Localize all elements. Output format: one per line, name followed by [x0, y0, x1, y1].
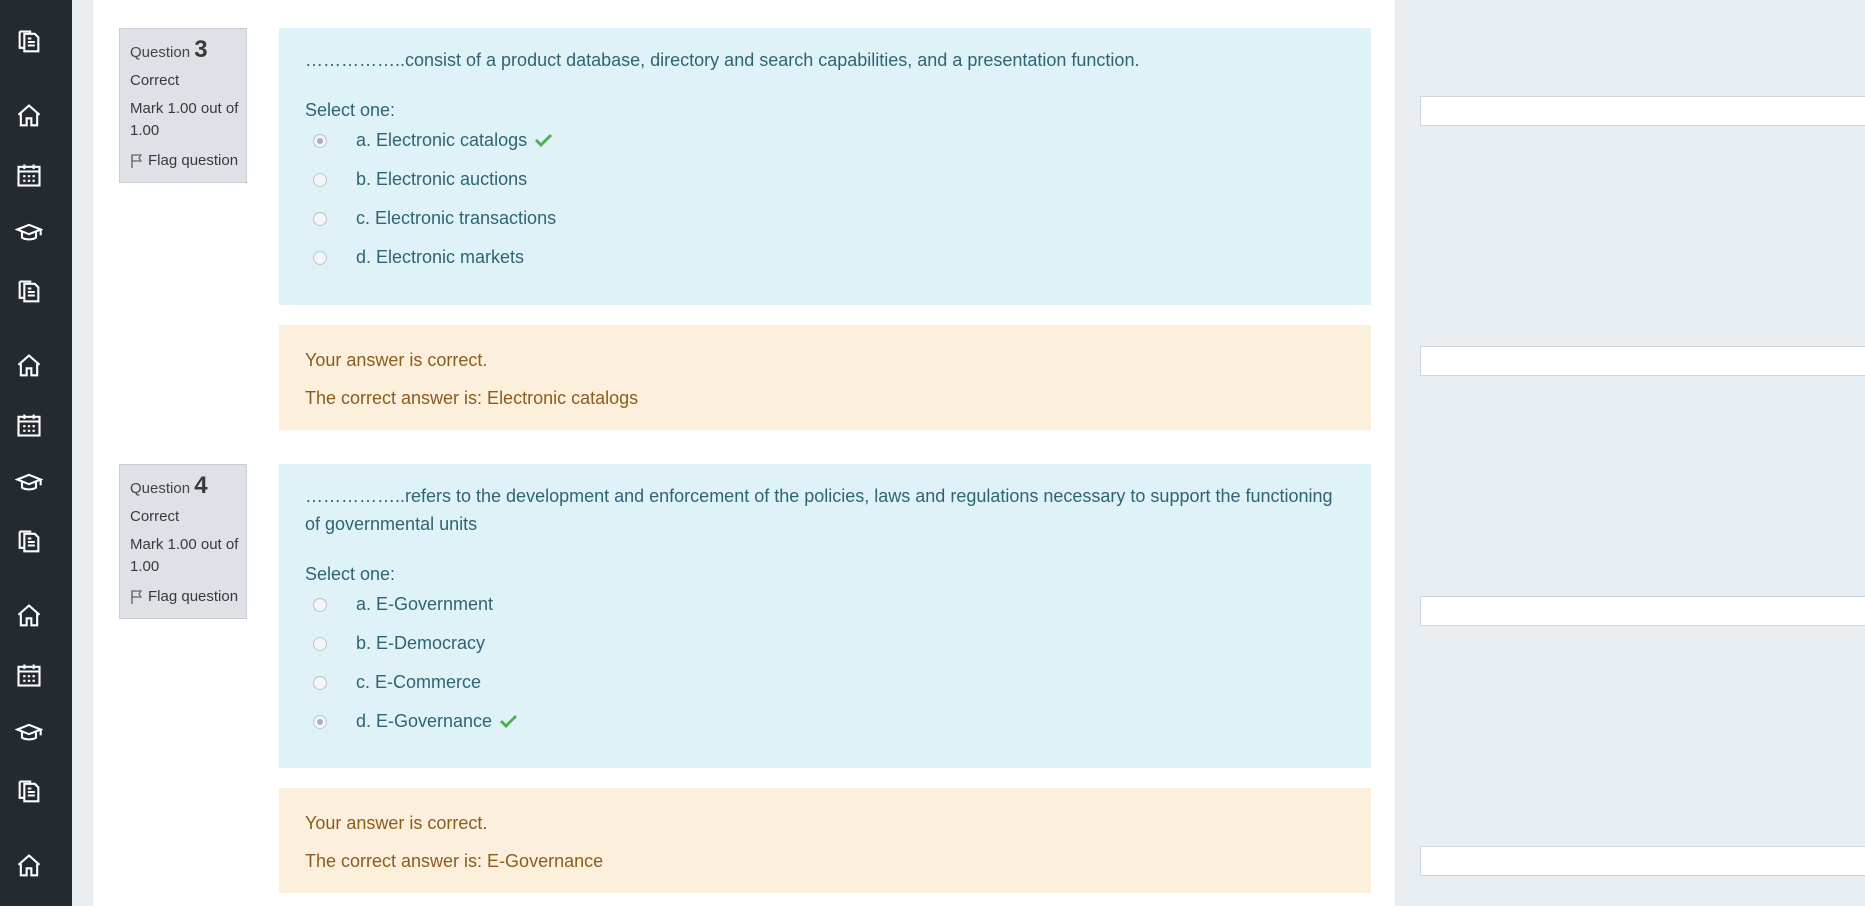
- calendar-icon[interactable]: [14, 660, 44, 690]
- pages-icon[interactable]: [14, 27, 44, 57]
- answer-label[interactable]: c. Electronic transactions: [356, 208, 556, 229]
- graduation-cap-icon[interactable]: [14, 468, 44, 498]
- feedback-status: Your answer is correct.: [305, 813, 488, 833]
- side-block: [1420, 596, 1865, 626]
- question-formulation: ……………..refers to the development and enf…: [279, 464, 1371, 768]
- question-grade: Mark 1.00 out of 1.00: [130, 100, 239, 139]
- feedback-status: Your answer is correct.: [305, 350, 488, 370]
- question-text: ……………..refers to the development and enf…: [305, 486, 1333, 534]
- answer-feedback: Your answer is correct. The correct answ…: [279, 325, 1371, 430]
- answer-option[interactable]: b. Electronic auctions: [305, 160, 1345, 199]
- check-icon: [500, 714, 518, 728]
- select-one-prompt: Select one:: [305, 100, 396, 120]
- answer-label[interactable]: b. Electronic auctions: [356, 169, 527, 190]
- answer-option[interactable]: a. Electronic catalogs: [305, 121, 1345, 160]
- flag-question-label: Flag question: [148, 588, 239, 605]
- answer-option[interactable]: c. E-Commerce: [305, 663, 1345, 702]
- flag-icon: [131, 154, 143, 168]
- question-state: Correct: [130, 72, 180, 89]
- answer-radio[interactable]: [313, 133, 327, 148]
- answer-radio[interactable]: [313, 675, 327, 690]
- side-block: [1420, 846, 1865, 876]
- question-number: 3: [194, 36, 208, 63]
- question-info: Question 3 Correct Mark 1.00 out of 1.00…: [119, 28, 247, 183]
- pages-icon[interactable]: [14, 777, 44, 807]
- left-nav-drawer: [0, 0, 72, 906]
- question-state: Correct: [130, 508, 180, 525]
- select-one-prompt: Select one:: [305, 564, 396, 584]
- question-info: Question 4 Correct Mark 1.00 out of 1.00…: [119, 464, 247, 619]
- answer-radio[interactable]: [313, 636, 327, 651]
- home-icon[interactable]: [14, 351, 44, 381]
- question-label: Question: [130, 480, 191, 497]
- flag-icon: [131, 590, 143, 604]
- answer-option[interactable]: d. E-Governance: [305, 702, 1345, 741]
- answer-radio[interactable]: [313, 250, 327, 265]
- answer-label[interactable]: a. E-Government: [356, 594, 493, 615]
- check-icon: [535, 133, 553, 147]
- home-icon[interactable]: [14, 851, 44, 881]
- right-block-region: [1396, 0, 1865, 906]
- flag-question-button[interactable]: Flag question: [130, 586, 246, 608]
- question-formulation: ……………..consist of a product database, di…: [279, 28, 1371, 305]
- answer-label[interactable]: d. Electronic markets: [356, 247, 524, 268]
- answer-label[interactable]: c. E-Commerce: [356, 672, 481, 693]
- flag-question-label: Flag question: [148, 152, 239, 169]
- answer-label[interactable]: a. Electronic catalogs: [356, 130, 527, 151]
- answer-option[interactable]: b. E-Democracy: [305, 624, 1345, 663]
- answer-radio[interactable]: [313, 211, 327, 226]
- home-icon[interactable]: [14, 101, 44, 131]
- graduation-cap-icon[interactable]: [14, 718, 44, 748]
- calendar-icon[interactable]: [14, 160, 44, 190]
- feedback-correct-answer: The correct answer is: Electronic catalo…: [305, 388, 639, 408]
- main-content: Question 3 Correct Mark 1.00 out of 1.00…: [92, 0, 1396, 906]
- calendar-icon[interactable]: [14, 410, 44, 440]
- answer-option[interactable]: c. Electronic transactions: [305, 199, 1345, 238]
- question-number: 4: [194, 472, 208, 499]
- answer-feedback: Your answer is correct. The correct answ…: [279, 788, 1371, 893]
- side-block: [1420, 96, 1865, 126]
- answer-label[interactable]: b. E-Democracy: [356, 633, 485, 654]
- home-icon[interactable]: [14, 601, 44, 631]
- feedback-correct-answer: The correct answer is: E-Governance: [305, 851, 604, 871]
- answer-label[interactable]: d. E-Governance: [356, 711, 492, 732]
- question-label: Question: [130, 44, 191, 61]
- pages-icon[interactable]: [14, 277, 44, 307]
- graduation-cap-icon[interactable]: [14, 218, 44, 248]
- answer-option[interactable]: d. Electronic markets: [305, 238, 1345, 277]
- answer-radio[interactable]: [313, 714, 327, 729]
- flag-question-button[interactable]: Flag question: [130, 150, 246, 172]
- side-block: [1420, 346, 1865, 376]
- pages-icon[interactable]: [14, 527, 44, 557]
- answer-option[interactable]: a. E-Government: [305, 585, 1345, 624]
- question-grade: Mark 1.00 out of 1.00: [130, 536, 239, 575]
- answer-radio[interactable]: [313, 172, 327, 187]
- answer-radio[interactable]: [313, 597, 327, 612]
- question-text: ……………..consist of a product database, di…: [305, 50, 1140, 70]
